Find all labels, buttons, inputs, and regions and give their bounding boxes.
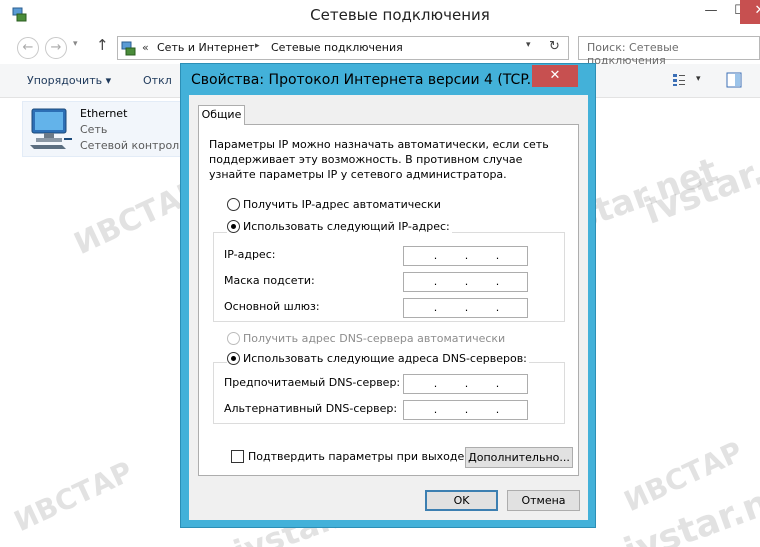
subnet-mask-field[interactable]: ... [403, 272, 528, 292]
radio-manual-dns[interactable]: Использовать следующие адреса DNS-сервер… [227, 352, 529, 365]
radio-manual-dns-label: Использовать следующие адреса DNS-сервер… [243, 352, 527, 365]
dns-server-group: Предпочитаемый DNS-сервер: ... Альтернат… [213, 362, 565, 424]
minimize-button[interactable]: — [697, 0, 725, 24]
ip-address-label: IP-адрес: [224, 248, 276, 261]
subnet-mask-label: Маска подсети: [224, 274, 315, 287]
refresh-icon[interactable]: ↻ [549, 39, 560, 54]
ip-address-field[interactable]: ... [403, 246, 528, 266]
ip-dot: . [464, 275, 469, 288]
dialog-title: Свойства: Протокол Интернета версии 4 (T… [191, 72, 540, 88]
validate-settings-label: Подтвердить параметры при выходе [248, 450, 465, 463]
disable-device-button[interactable]: Откл [143, 74, 172, 87]
view-dropdown-icon[interactable]: ▾ [696, 74, 701, 84]
radio-auto-dns[interactable]: Получить адрес DNS-сервера автоматически [227, 332, 505, 345]
ip-dot: . [495, 275, 500, 288]
change-view-icon[interactable] [672, 73, 686, 87]
ip-address-group: IP-адрес: ... Маска подсети: ... Основно… [213, 232, 565, 322]
window-title: Сетевые подключения [310, 6, 490, 24]
ip-dot: . [433, 275, 438, 288]
ip-dot: . [433, 403, 438, 416]
recent-locations-button[interactable]: ▾ [73, 39, 78, 49]
ip-dot: . [495, 377, 500, 390]
ip-dot: . [433, 249, 438, 262]
info-text: Параметры IP можно назначать автоматичес… [209, 138, 549, 181]
search-input[interactable]: Поиск: Сетевые подключения [578, 36, 760, 67]
ip-dot: . [464, 377, 469, 390]
ip-dot: . [495, 301, 500, 314]
ip-dot: . [464, 301, 469, 314]
radio-manual-ip[interactable]: Использовать следующий IP-адрес: [227, 220, 452, 233]
tab-general[interactable]: Общие [198, 105, 245, 125]
window-titlebar: Сетевые подключения — ☐ ✕ [0, 0, 760, 30]
radio-circle[interactable] [227, 198, 240, 211]
close-button[interactable]: ✕ [740, 0, 760, 24]
radio-circle-disabled[interactable] [227, 332, 240, 345]
checkbox-box[interactable] [231, 450, 244, 463]
ip-dot: . [433, 377, 438, 390]
address-overflow-chevron[interactable]: « [142, 41, 149, 54]
ip-dot: . [464, 403, 469, 416]
breadcrumb-network-connections[interactable]: Сетевые подключения [271, 41, 403, 54]
radio-auto-dns-label: Получить адрес DNS-сервера автоматически [243, 332, 506, 345]
ok-button[interactable]: OK [425, 490, 498, 511]
gateway-label: Основной шлюз: [224, 300, 320, 313]
advanced-button[interactable]: Дополнительно... [465, 447, 573, 468]
forward-button[interactable]: → [45, 37, 67, 59]
ip-dot: . [433, 301, 438, 314]
radio-circle-selected[interactable] [227, 220, 240, 233]
alternate-dns-label: Альтернативный DNS-сервер: [224, 402, 398, 415]
organize-button[interactable]: Упорядочить ▾ [27, 74, 111, 87]
radio-auto-ip-label: Получить IP-адрес автоматически [243, 198, 441, 211]
ip-dot: . [464, 249, 469, 262]
gateway-field[interactable]: ... [403, 298, 528, 318]
breadcrumb-network-internet[interactable]: Сеть и Интернет [157, 41, 254, 54]
ethernet-adapter-icon [30, 108, 72, 149]
address-bar[interactable]: « Сеть и Интернет ▸ Сетевые подключения … [117, 36, 569, 60]
radio-auto-ip[interactable]: Получить IP-адрес автоматически [227, 198, 441, 211]
network-folder-icon [121, 41, 136, 56]
connection-type: Сеть [80, 123, 108, 136]
general-tab-panel: Параметры IP можно назначать автоматичес… [198, 124, 579, 476]
cancel-button[interactable]: Отмена [507, 490, 580, 511]
address-dropdown-icon[interactable]: ▾ [526, 40, 531, 50]
preferred-dns-label: Предпочитаемый DNS-сервер: [224, 376, 401, 389]
back-button[interactable]: ← [17, 37, 39, 59]
connection-description: Сетевой контрол [80, 139, 180, 152]
address-row: ← → ▾ ↑ « Сеть и Интернет ▸ Сетевые подк… [0, 34, 760, 67]
dialog-body: Общие Параметры IP можно назначать автом… [189, 95, 588, 520]
connection-item-ethernet[interactable]: Ethernet Сеть Сетевой контрол [22, 101, 182, 157]
ip-dot: . [495, 403, 500, 416]
breadcrumb-separator-icon[interactable]: ▸ [255, 41, 260, 51]
up-button[interactable]: ↑ [96, 36, 109, 54]
preview-pane-icon[interactable] [726, 72, 742, 88]
radio-circle-selected[interactable] [227, 352, 240, 365]
ip-dot: . [495, 249, 500, 262]
validate-settings-checkbox[interactable]: Подтвердить параметры при выходе [231, 450, 464, 463]
connection-name: Ethernet [80, 107, 128, 120]
alternate-dns-field[interactable]: ... [403, 400, 528, 420]
dialog-close-button[interactable]: ✕ [532, 65, 578, 87]
ipv4-properties-dialog: Свойства: Протокол Интернета версии 4 (T… [180, 63, 596, 528]
preferred-dns-field[interactable]: ... [403, 374, 528, 394]
radio-manual-ip-label: Использовать следующий IP-адрес: [243, 220, 450, 233]
